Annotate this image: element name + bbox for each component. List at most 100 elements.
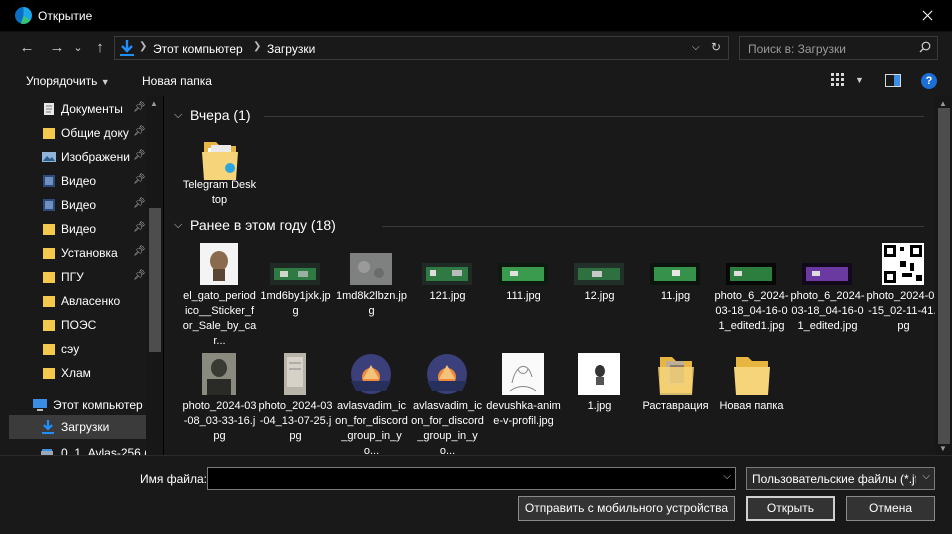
downloads-icon <box>42 420 54 434</box>
file-item[interactable]: devushka-anime-v-profil.jpg <box>486 353 561 455</box>
organize-button[interactable]: Упорядочить ▼ <box>26 74 110 88</box>
scroll-up-icon[interactable]: ▲ <box>939 99 947 108</box>
sidebar-item-documents[interactable]: Документы 📌︎ <box>0 97 146 121</box>
navigation-pane: Документы 📌︎ Общие доку 📌︎ Изображени 📌︎… <box>0 96 163 455</box>
folder-icon <box>43 320 55 331</box>
chevron-down-icon: ⌵ <box>174 219 183 231</box>
sidebar-item-video-3[interactable]: Видео 📌︎ <box>0 217 146 241</box>
breadcrumb-this-pc[interactable]: Этот компьютер <box>153 42 243 56</box>
filename-label: Имя файла: <box>140 472 207 486</box>
sidebar-item-pictures[interactable]: Изображени 📌︎ <box>0 145 146 169</box>
file-item[interactable]: photo_2024-03-08_03-33-16.jpg <box>182 353 257 455</box>
file-item[interactable]: photo_6_2024-03-18_04-16-01_edited1.jpg <box>714 243 789 353</box>
file-list-scrollbar[interactable]: ▲ ▼ <box>935 96 952 455</box>
breadcrumb-downloads[interactable]: Загрузки <box>267 42 315 56</box>
sidebar-item-label: Общие доку <box>61 126 129 140</box>
file-item[interactable]: 1.jpg <box>562 353 637 455</box>
file-item[interactable]: avlasvadim_icon_for_discord_group_in_yo.… <box>334 353 409 455</box>
file-item[interactable]: 111.jpg <box>486 243 561 353</box>
sidebar-item-install[interactable]: Установка 📌︎ <box>0 241 146 265</box>
sidebar-item-label: Видео <box>61 198 97 212</box>
close-button[interactable] <box>904 0 950 32</box>
image-thumbnail <box>422 263 472 285</box>
file-item[interactable]: 12.jpg <box>562 243 637 353</box>
open-button[interactable]: Открыть <box>746 496 835 521</box>
back-button[interactable]: ← <box>16 38 38 58</box>
downloads-icon <box>120 40 134 56</box>
sidebar-item-label: Видео <box>61 174 97 188</box>
file-item[interactable]: 1md8k2lbzn.jpg <box>334 243 409 353</box>
sidebar-item-poes[interactable]: ПОЭС <box>0 313 146 337</box>
sidebar-item-video-2[interactable]: Видео 📌︎ <box>0 193 146 217</box>
view-options-icon[interactable] <box>831 73 845 87</box>
forward-button[interactable]: → <box>46 38 68 58</box>
scrollbar-thumb[interactable] <box>938 108 950 444</box>
chevron-down-icon: ⌵ <box>922 471 930 482</box>
sidebar-item-label: Этот компьютер <box>53 398 143 412</box>
sidebar-item-label: ПГУ <box>61 270 84 284</box>
group-header-this-year[interactable]: ⌵ Ранее в этом году (18) <box>164 215 934 237</box>
file-item[interactable]: photo_2024-03-15_02-11-41.jpg <box>866 243 941 353</box>
image-thumbnail <box>882 243 924 285</box>
up-button[interactable]: ↑ <box>89 38 111 58</box>
sidebar-item-seu[interactable]: сэу <box>0 337 146 361</box>
file-item[interactable]: Раставрация <box>638 353 713 455</box>
refresh-icon[interactable]: ↻ <box>711 40 721 54</box>
recent-locations-button[interactable]: ⌄ <box>71 38 85 58</box>
sidebar-item-shared-documents[interactable]: Общие доку 📌︎ <box>0 121 146 145</box>
dialog-footer: Имя файла: ⌵ Пользовательские файлы (*.j… <box>0 455 952 534</box>
sidebar-item-label: Установка <box>61 246 118 260</box>
cancel-button[interactable]: Отмена <box>846 496 935 521</box>
scroll-up-icon[interactable]: ▲ <box>150 99 159 108</box>
address-dropdown-icon[interactable]: ⌵ <box>692 42 700 53</box>
sidebar-item-label: 0_1_Avlas-256 (C <box>61 446 146 455</box>
file-item[interactable]: 121.jpg <box>410 243 485 353</box>
group-divider <box>264 116 924 117</box>
help-icon[interactable]: ? <box>921 73 937 89</box>
folder-icon <box>43 272 55 283</box>
file-name: el_gato_periodico__Sticker_for_Sale_by_c… <box>182 290 257 347</box>
file-item[interactable]: 1md6by1jxk.jpg <box>258 243 333 353</box>
file-item[interactable]: photo_2024-03-04_13-07-25.jpg <box>258 353 333 455</box>
scrollbar-thumb[interactable] <box>149 208 161 352</box>
sidebar-item-downloads[interactable]: Загрузки <box>9 415 146 439</box>
image-thumbnail <box>350 253 392 285</box>
view-dropdown-icon[interactable]: ▼ <box>855 75 864 85</box>
sidebar-scrollbar[interactable]: ▲ <box>146 96 163 455</box>
preview-pane-icon[interactable] <box>885 74 901 87</box>
sidebar-item-video-1[interactable]: Видео 📌︎ <box>0 169 146 193</box>
sidebar-item-this-pc[interactable]: Этот компьютер <box>0 393 146 417</box>
file-name: photo_6_2024-03-18_04-16-01_edited1.jpg <box>714 290 789 332</box>
breadcrumb-separator-icon: ❯ <box>253 41 262 52</box>
file-item[interactable]: el_gato_periodico__Sticker_for_Sale_by_c… <box>182 243 257 353</box>
sidebar-item-trash[interactable]: Хлам <box>0 361 146 385</box>
image-thumbnail <box>574 263 624 285</box>
sidebar-item-label: сэу <box>61 342 80 356</box>
sidebar-item-drive-c[interactable]: 0_1_Avlas-256 (C <box>0 441 146 455</box>
file-name: 111.jpg <box>506 290 541 302</box>
search-box[interactable]: Поиск в: Загрузки <box>739 36 938 60</box>
filename-input[interactable]: ⌵ <box>207 467 736 490</box>
chevron-down-icon[interactable]: ⌵ <box>723 471 731 482</box>
pin-icon: 📌︎ <box>133 222 146 233</box>
group-header-yesterday[interactable]: ⌵ Вчера (1) <box>164 105 934 127</box>
file-type-select[interactable]: Пользовательские файлы (*.jf ⌵ <box>746 467 935 490</box>
edge-icon <box>15 7 32 24</box>
new-folder-button[interactable]: Новая папка <box>142 74 212 88</box>
file-item[interactable]: Новая папка <box>714 353 789 455</box>
breadcrumb-separator-icon: ❯ <box>139 41 148 52</box>
file-item[interactable]: avlasvadim_icon_for_discord_group_in_yo.… <box>410 353 485 455</box>
sidebar-item-label: Изображени <box>61 150 130 164</box>
file-item[interactable]: 11.jpg <box>638 243 713 353</box>
file-item[interactable]: photo_6_2024-03-18_04-16-01_edited.jpg <box>790 243 865 353</box>
pin-icon: 📌︎ <box>133 150 146 161</box>
folder-icon <box>43 128 55 139</box>
address-bar[interactable]: ❯ Этот компьютер ❯ Загрузки ⌵ ↻ <box>114 36 729 60</box>
image-thumbnail <box>270 263 320 285</box>
send-from-mobile-button[interactable]: Отправить с мобильного устройства <box>518 496 735 521</box>
sidebar-item-avlasenko[interactable]: Авласенко <box>0 289 146 313</box>
file-name: photo_2024-03-08_03-33-16.jpg <box>182 400 257 442</box>
scroll-down-icon[interactable]: ▼ <box>939 444 947 453</box>
sidebar-item-pgu[interactable]: ПГУ 📌︎ <box>0 265 146 289</box>
search-input[interactable]: Поиск в: Загрузки <box>748 42 846 56</box>
